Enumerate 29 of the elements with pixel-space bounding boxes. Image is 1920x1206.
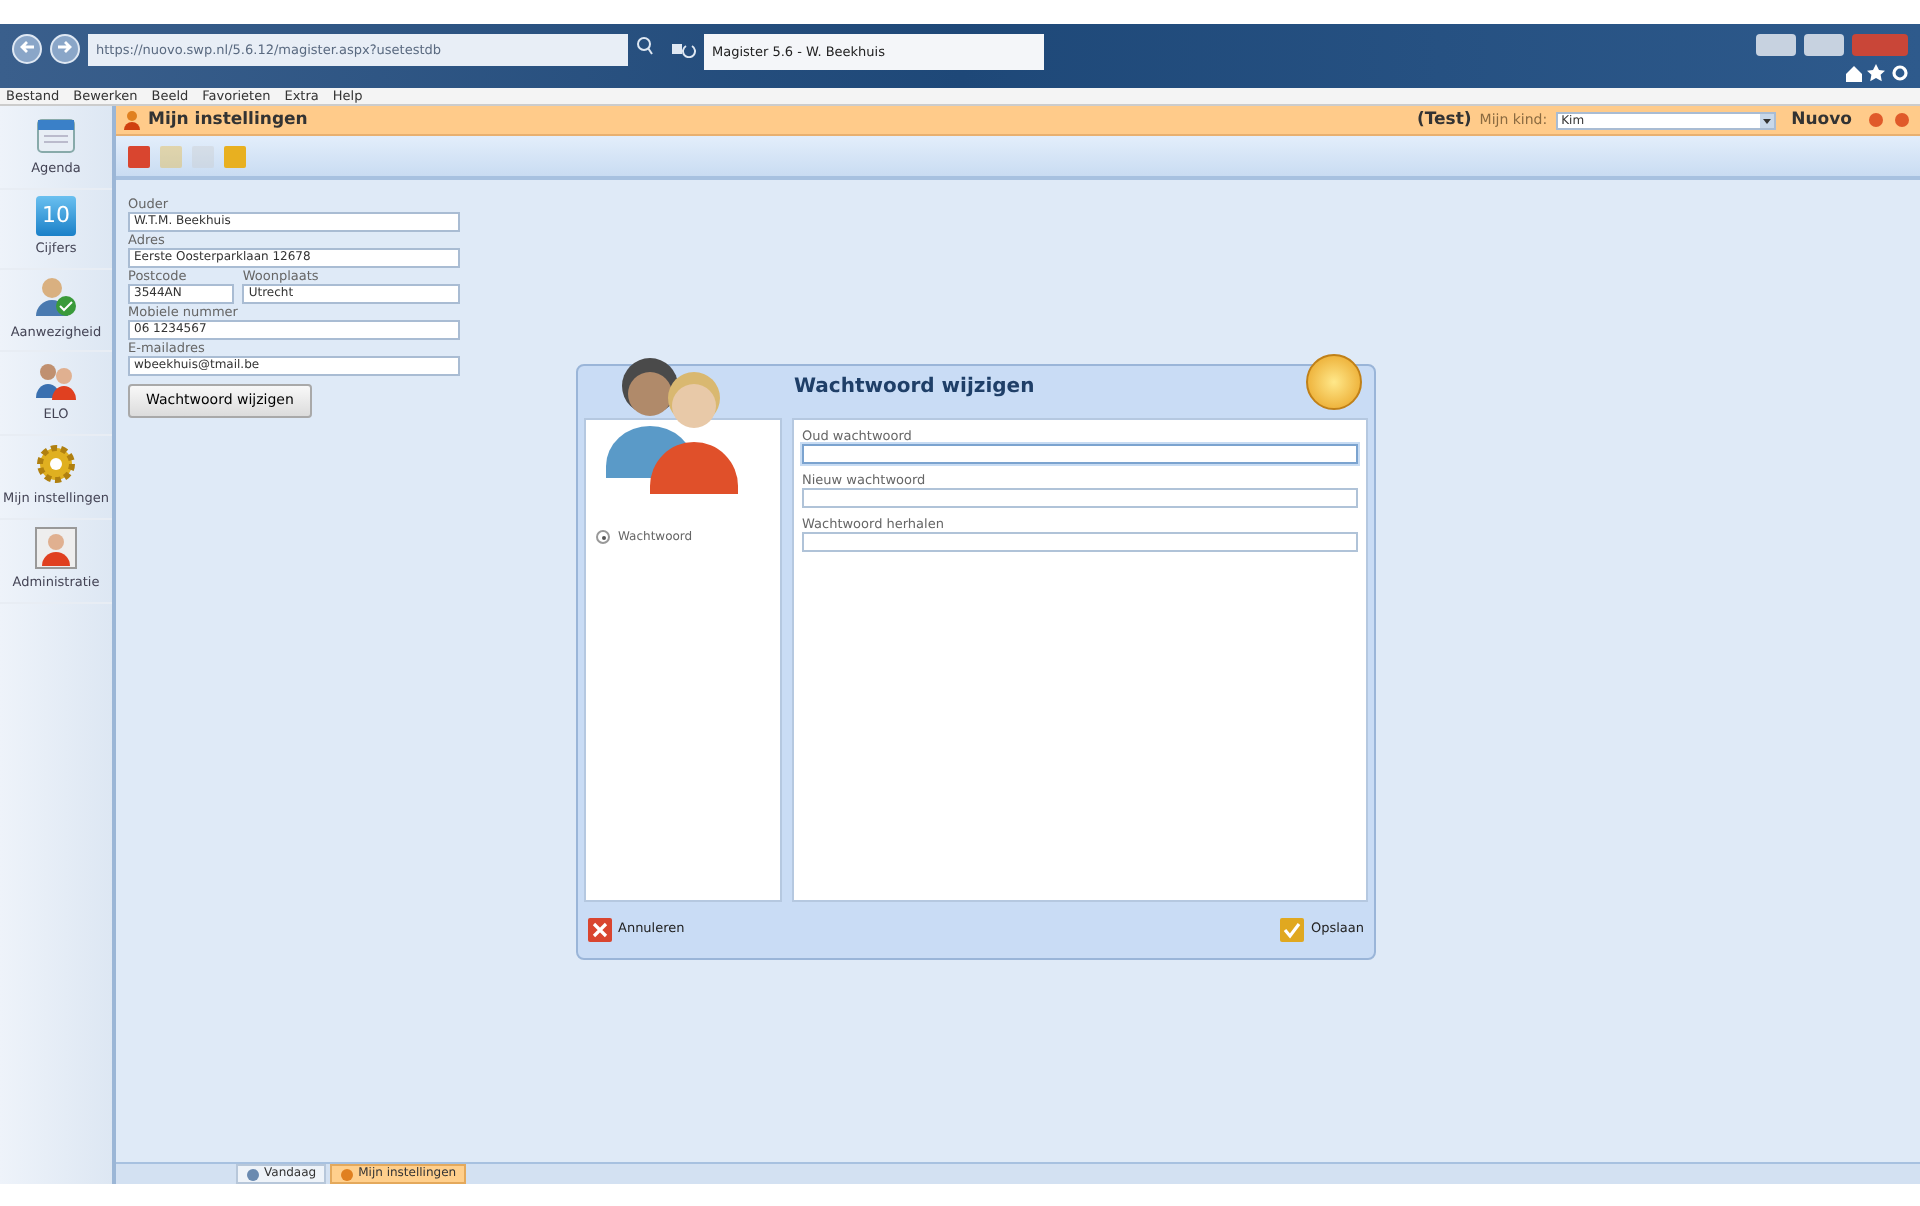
check-icon — [1280, 918, 1305, 942]
back-arrow-icon — [18, 38, 36, 57]
page-title: Mijn instellingen — [148, 107, 308, 133]
forward-button[interactable] — [50, 34, 80, 64]
person-check-icon — [34, 275, 78, 319]
caret-icon — [1759, 113, 1774, 127]
toolbar-button[interactable] — [128, 145, 150, 167]
dot-icon — [340, 1167, 355, 1181]
gear-icon — [34, 442, 78, 486]
grade-icon: 10 — [36, 195, 76, 236]
cross-icon — [588, 918, 612, 942]
person-icon — [124, 110, 140, 130]
person-icon — [34, 525, 78, 570]
header-icons-drawing[interactable] — [1868, 112, 1912, 128]
test-label: (Test) — [1416, 107, 1472, 133]
maximize-button[interactable] — [1804, 34, 1844, 56]
dialog-title: Wachtwoord wijzigen — [794, 374, 1035, 402]
password-field[interactable] — [802, 444, 1358, 464]
toolbar-button[interactable] — [224, 145, 246, 167]
minimize-button[interactable] — [1756, 34, 1796, 56]
search-icon[interactable] — [636, 34, 696, 58]
toolbar-icons-drawing[interactable] — [1844, 64, 1908, 82]
brand-label: Nuovo — [1791, 107, 1852, 133]
forward-arrow-icon — [56, 38, 74, 57]
back-button[interactable] — [12, 34, 42, 64]
radio-button[interactable] — [596, 530, 610, 544]
dot-icon — [246, 1167, 260, 1181]
password-field[interactable] — [802, 488, 1358, 508]
password-field[interactable] — [802, 532, 1358, 552]
